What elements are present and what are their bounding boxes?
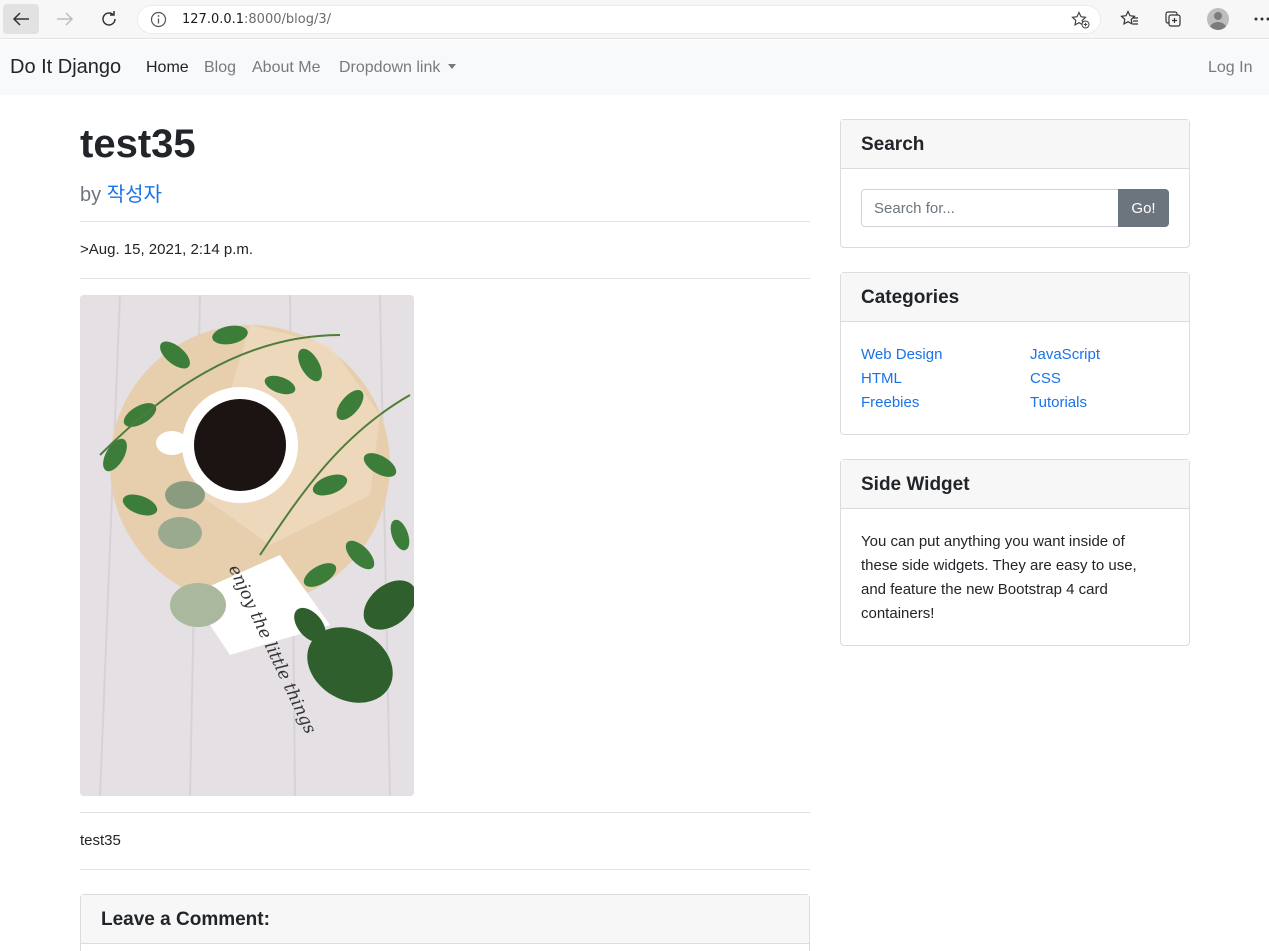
info-icon[interactable] [150, 11, 167, 28]
comment-card: Leave a Comment: [80, 894, 810, 951]
category-item: Tutorials [1030, 394, 1100, 418]
more-button[interactable] [1248, 6, 1269, 32]
category-item: Freebies [861, 394, 942, 418]
category-item: HTML [861, 370, 942, 394]
categories-card: Categories Web Design HTML Freebies Java… [840, 272, 1190, 435]
divider [80, 869, 810, 870]
divider [80, 278, 810, 279]
search-go-button[interactable]: Go! [1118, 189, 1169, 227]
url-host: 127.0.0.1 [182, 12, 245, 27]
add-favorite-icon[interactable] [1071, 11, 1090, 29]
category-link-css[interactable]: CSS [1030, 370, 1061, 387]
collections-button[interactable] [1159, 6, 1187, 32]
url-path: :8000/blog/3/ [244, 12, 331, 27]
category-item: JavaScript [1030, 346, 1100, 370]
arrow-right-icon [57, 12, 74, 26]
comment-card-header: Leave a Comment: [81, 895, 809, 944]
category-link-freebies[interactable]: Freebies [861, 394, 919, 411]
categories-card-header: Categories [841, 273, 1189, 322]
search-input[interactable] [861, 189, 1119, 227]
address-bar[interactable]: 127.0.0.1:8000/blog/3/ [137, 5, 1101, 34]
site-navbar: Do It Django Home Blog About Me Dropdown… [0, 40, 1269, 95]
nav-home[interactable]: Home [146, 59, 189, 77]
post-byline: by 작성자 [80, 178, 162, 207]
nav-dropdown-label: Dropdown link [339, 59, 441, 76]
author-link[interactable]: 작성자 [107, 184, 162, 206]
arrow-left-icon [12, 12, 29, 26]
nav-blog[interactable]: Blog [204, 59, 236, 77]
divider [80, 812, 810, 813]
post-title: test35 [80, 122, 196, 166]
categories-list-right: JavaScript CSS Tutorials [1030, 346, 1100, 418]
nav-about-me[interactable]: About Me [252, 59, 320, 77]
category-link-web-design[interactable]: Web Design [861, 346, 942, 363]
browser-toolbar: 127.0.0.1:8000/blog/3/ [0, 0, 1269, 39]
avatar [1207, 8, 1229, 30]
navbar-brand[interactable]: Do It Django [10, 56, 121, 79]
category-item: Web Design [861, 346, 942, 370]
category-link-javascript[interactable]: JavaScript [1030, 346, 1100, 363]
search-card: Search Go! [840, 119, 1190, 248]
reload-icon [102, 11, 116, 26]
nav-login[interactable]: Log In [1208, 59, 1252, 77]
post-image: enjoy the little things [80, 295, 414, 796]
search-card-header: Search [841, 120, 1189, 169]
forward-button[interactable] [47, 4, 83, 34]
caret-down-icon [448, 64, 457, 69]
byline-prefix: by [80, 184, 102, 206]
url-text[interactable]: 127.0.0.1:8000/blog/3/ [182, 12, 331, 27]
post-date: >Aug. 15, 2021, 2:14 p.m. [80, 241, 254, 258]
collections-icon [1165, 11, 1181, 27]
side-widget-body: You can put anything you want inside of … [861, 533, 1137, 622]
category-link-html[interactable]: HTML [861, 370, 902, 387]
side-widget-card: Side Widget You can put anything you wan… [840, 459, 1190, 646]
favorites-button[interactable] [1115, 6, 1143, 32]
categories-list-left: Web Design HTML Freebies [861, 346, 942, 418]
side-widget-header: Side Widget [841, 460, 1189, 509]
category-item: CSS [1030, 370, 1100, 394]
category-link-tutorials[interactable]: Tutorials [1030, 394, 1087, 411]
post-content: test35 [80, 832, 121, 849]
reload-button[interactable] [91, 4, 127, 34]
divider [80, 221, 810, 222]
profile-button[interactable] [1204, 6, 1232, 32]
favorites-icon [1119, 10, 1138, 26]
nav-dropdown[interactable]: Dropdown link [339, 59, 457, 77]
more-icon [1254, 17, 1269, 21]
back-button[interactable] [3, 4, 39, 34]
